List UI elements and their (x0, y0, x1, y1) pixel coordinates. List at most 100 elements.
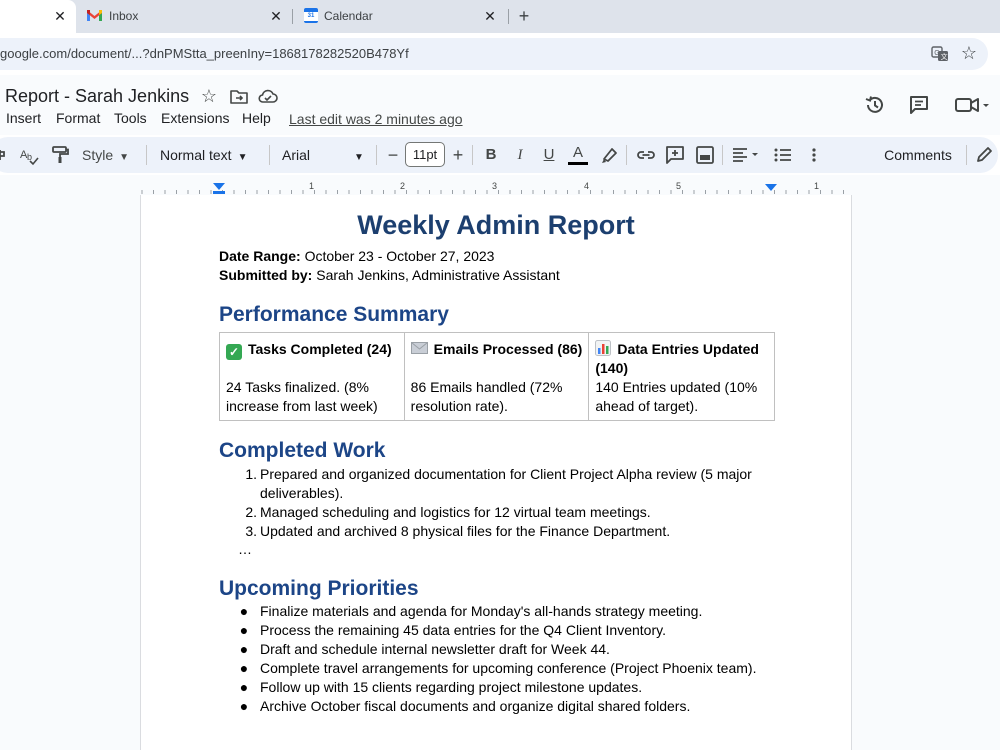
tab-inbox[interactable]: Inbox ✕ (80, 0, 294, 33)
bookmark-star-icon[interactable]: ☆ (959, 43, 979, 63)
date-range-line: Date Range: October 23 - October 27, 202… (219, 248, 494, 264)
performance-summary-table: ✓ Tasks Completed (24) 24 Tasks finalized… (219, 332, 775, 421)
menu-insert[interactable]: Insert (6, 110, 41, 126)
editing-mode-pencil-icon[interactable] (974, 144, 994, 166)
toolbar-divider (722, 145, 723, 165)
tab-close-icon[interactable]: ✕ (482, 8, 498, 24)
tab-close-icon[interactable]: ✕ (268, 8, 284, 24)
more-options-icon[interactable] (806, 144, 822, 166)
date-range-value: October 23 - October 27, 2023 (304, 248, 495, 264)
chevron-down-icon: ▼ (237, 152, 248, 163)
list-number: 3. (245, 523, 257, 539)
summary-cell-header: Data Entries Updated (140) (595, 340, 768, 378)
browser-tab-strip: ✕ Inbox ✕ 31 Calendar ✕ + (0, 0, 1000, 33)
list-item-text: Draft and schedule internal newsletter d… (260, 641, 610, 657)
summary-cell-body: 24 Tasks finalized. (8% increase from la… (226, 379, 378, 414)
tab-divider (508, 9, 509, 24)
add-comment-icon[interactable] (664, 144, 686, 166)
summary-cell-body: 86 Emails handled (72% resolution rate). (410, 379, 563, 414)
highlight-color-icon[interactable] (598, 144, 620, 166)
meet-icon[interactable] (954, 95, 990, 115)
bulleted-list-icon[interactable] (772, 144, 794, 166)
font-size-input[interactable]: 11pt (405, 142, 445, 167)
ruler-number: 4 (584, 181, 590, 191)
list-item-text: Finalize materials and agenda for Monday… (260, 603, 703, 619)
underline-button[interactable]: U (539, 144, 559, 166)
gmail-icon (87, 10, 102, 21)
summary-cell-title: Tasks Completed (24) (248, 341, 392, 357)
list-item: 1. Prepared and organized documentation f… (219, 465, 775, 503)
list-item-text: Complete travel arrangements for upcomin… (260, 660, 757, 676)
menu-format[interactable]: Format (56, 110, 100, 126)
ellipsis-text: … (238, 541, 252, 557)
performance-summary-heading: Performance Summary (219, 303, 449, 326)
paragraph-style-value: Normal text (160, 147, 232, 163)
last-edit-link[interactable]: Last edit was 2 minutes ago (289, 111, 463, 127)
ruler-number: 3 (492, 181, 498, 191)
ruler-number: 2 (400, 181, 406, 191)
menu-extensions[interactable]: Extensions (161, 110, 229, 126)
list-item: 2. Managed scheduling and logistics for 1… (219, 503, 775, 522)
list-item-text: Archive October fiscal documents and org… (260, 698, 691, 714)
new-tab-button[interactable]: + (513, 5, 535, 27)
toolbar-divider (269, 145, 270, 165)
bullet-marker: ● (239, 603, 249, 619)
bold-button[interactable]: B (481, 144, 501, 166)
url-text[interactable]: google.com/document/...?dnPMStta_preenIn… (0, 46, 409, 61)
move-folder-icon[interactable] (230, 88, 248, 104)
svg-text:文: 文 (941, 52, 948, 61)
menu-help[interactable]: Help (242, 110, 271, 126)
envelope-icon (410, 342, 428, 354)
spell-check-icon[interactable]: A b (18, 144, 40, 166)
insert-image-icon[interactable] (694, 144, 716, 166)
chevron-down-icon: ▼ (119, 152, 130, 163)
paint-format-icon[interactable] (49, 144, 71, 166)
font-dropdown[interactable]: Arial ▼ (282, 144, 368, 166)
list-item-text: Follow up with 15 clients regarding proj… (260, 679, 643, 695)
italic-button[interactable]: I (510, 144, 530, 166)
list-item: 3. Updated and archived 8 physical files … (219, 522, 775, 541)
bullet-marker: ● (239, 679, 249, 695)
list-item: ● Follow up with 15 clients regarding pro… (219, 678, 775, 697)
spellcheck-partial-icon[interactable] (0, 144, 10, 166)
toolbar-divider (472, 145, 473, 165)
summary-cell-body: 140 Entries updated (10% ahead of target… (595, 379, 758, 414)
star-icon[interactable]: ☆ (199, 86, 219, 106)
tab-label: Inbox (109, 9, 139, 23)
list-item-text: Managed scheduling and logistics for 12 … (260, 504, 651, 520)
upcoming-priorities-list: ● Finalize materials and agenda for Monda… (219, 602, 775, 716)
list-item-text: Process the remaining 45 data entries fo… (260, 622, 666, 638)
comments-mode-button[interactable]: Comments (878, 144, 958, 166)
list-number: 1. (245, 466, 257, 482)
summary-cell-tasks: ✓ Tasks Completed (24) 24 Tasks finalized… (220, 333, 405, 420)
summary-cell-emails: Emails Processed (86) 86 Emails handled … (405, 333, 590, 420)
completed-work-list: 1. Prepared and organized documentation f… (219, 465, 775, 541)
comments-icon[interactable] (908, 94, 930, 116)
completed-work-heading: Completed Work (219, 439, 386, 462)
document-title[interactable]: Report - Sarah Jenkins (5, 86, 189, 107)
menu-tools[interactable]: Tools (114, 110, 147, 126)
align-left-icon[interactable] (730, 144, 762, 166)
tab-document[interactable]: ✕ (0, 0, 76, 33)
insert-link-icon[interactable] (635, 144, 657, 166)
tab-calendar[interactable]: 31 Calendar ✕ (296, 0, 508, 33)
calendar-icon: 31 (304, 8, 318, 23)
bar-chart-icon (595, 340, 612, 356)
list-item-text: Prepared and organized documentation for… (260, 466, 752, 501)
summary-cell-data-entries: Data Entries Updated (140) 140 Entries u… (589, 333, 774, 420)
increase-font-size-button[interactable]: + (449, 144, 467, 166)
list-number: 2. (245, 504, 257, 520)
cloud-saved-icon[interactable] (258, 88, 278, 104)
submitted-by-line: Submitted by: Sarah Jenkins, Administrat… (219, 267, 560, 283)
bullet-marker: ● (239, 641, 249, 657)
tab-label: Calendar (324, 9, 373, 23)
decrease-font-size-button[interactable]: − (384, 144, 402, 166)
text-color-button[interactable]: A (568, 144, 588, 165)
bullet-marker: ● (239, 622, 249, 638)
style-dropdown[interactable]: Style ▼ (82, 144, 138, 166)
version-history-icon[interactable] (864, 94, 886, 116)
svg-text:b: b (27, 152, 32, 162)
translate-icon[interactable]: G 文 (931, 45, 949, 63)
tab-close-icon[interactable]: ✕ (52, 8, 68, 24)
paragraph-style-dropdown[interactable]: Normal text ▼ (160, 144, 260, 166)
